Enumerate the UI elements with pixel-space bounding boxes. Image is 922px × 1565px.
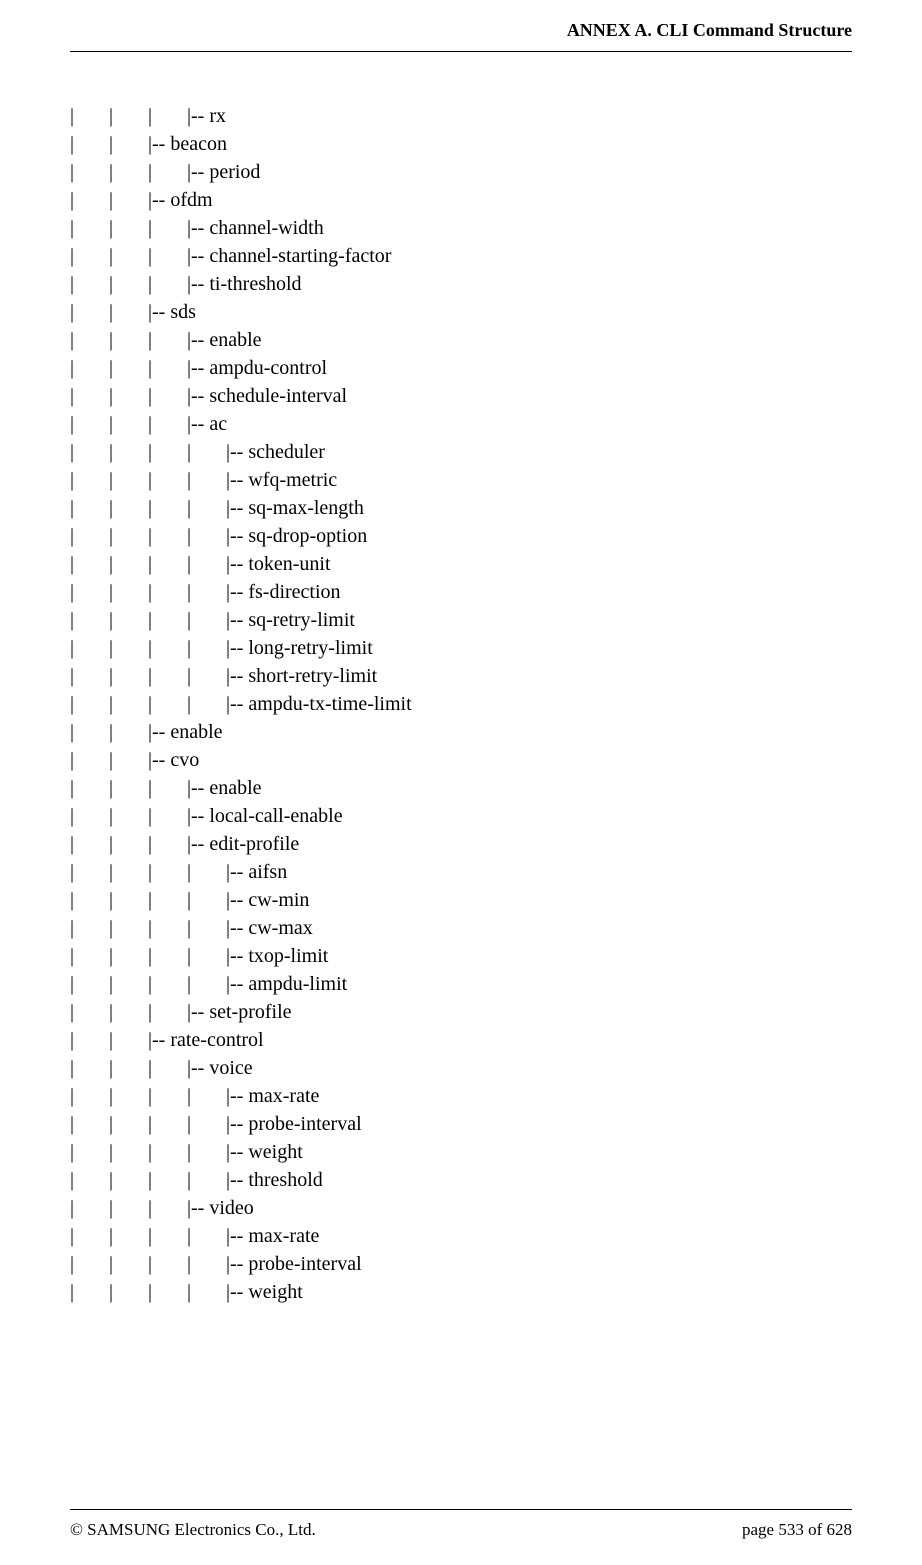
cli-tree-content: | | | |-- rx | | |-- beacon | | | |-- pe…: [0, 52, 922, 1326]
footer-row: © SAMSUNG Electronics Co., Ltd. page 533…: [70, 1520, 852, 1540]
footer-copyright: © SAMSUNG Electronics Co., Ltd.: [70, 1520, 316, 1540]
footer-page-number: page 533 of 628: [742, 1520, 852, 1540]
footer-divider: [70, 1509, 852, 1510]
page-header: ANNEX A. CLI Command Structure: [0, 0, 922, 51]
header-title: ANNEX A. CLI Command Structure: [567, 20, 852, 40]
page-footer: © SAMSUNG Electronics Co., Ltd. page 533…: [0, 1509, 922, 1540]
